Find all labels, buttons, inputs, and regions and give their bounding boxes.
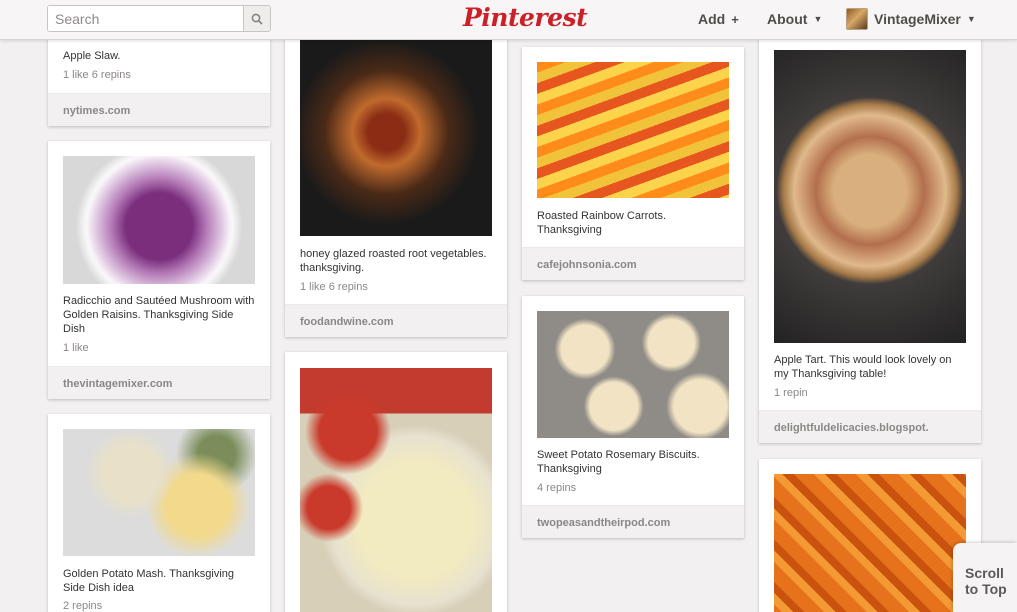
pin-image[interactable] (300, 368, 492, 612)
pin-source[interactable]: foodandwine.com (285, 304, 507, 337)
add-label: Add (698, 11, 726, 27)
pin-description: Radicchio and Sautéed Mushroom with Gold… (63, 295, 255, 335)
pin-source[interactable]: cafejohnsonia.com (522, 247, 744, 280)
avatar (846, 8, 868, 30)
pin-stats: 2 repins (63, 600, 103, 612)
search-input[interactable] (48, 6, 243, 31)
pin-image[interactable] (63, 429, 255, 556)
chevron-down-icon: ▼ (966, 14, 976, 24)
chevron-down-icon: ▼ (813, 14, 823, 24)
pinterest-logo[interactable]: Pinterest (463, 2, 588, 34)
pin-radicchio[interactable]: Radicchio and Sautéed Mushroom with Gold… (48, 141, 270, 399)
pin-stats: 1 like 6 repins (300, 281, 368, 293)
pin-stats: 1 repin (774, 387, 808, 399)
search-icon (251, 13, 263, 25)
pin-roasted-squash[interactable] (759, 459, 981, 612)
pin-apple-tart[interactable]: Apple Tart. This would look lovely on my… (759, 35, 981, 443)
pin-image[interactable] (63, 156, 255, 284)
scroll-to-top-line2: to Top (965, 581, 1007, 597)
pin-source[interactable]: delightfuldelicacies.blogspot. (759, 410, 981, 443)
user-menu[interactable]: VintageMixer ▼ (846, 8, 976, 30)
scroll-to-top-line1: Scroll (965, 565, 1004, 581)
username: VintageMixer (874, 11, 961, 27)
pin-spaghetti-squash[interactable] (285, 352, 507, 612)
pin-image[interactable] (300, 20, 492, 236)
add-menu[interactable]: Add + (698, 11, 739, 27)
pin-image[interactable] (537, 62, 729, 198)
pin-sweet-potato-biscuits[interactable]: Sweet Potato Rosemary Biscuits. Thanksgi… (522, 296, 744, 538)
pin-stats: 1 like (63, 342, 89, 354)
pin-image[interactable] (774, 474, 966, 612)
search-button[interactable] (243, 6, 270, 31)
top-bar: Pinterest Add + About ▼ VintageMixer ▼ (0, 0, 1017, 40)
pin-description: Apple Slaw. (63, 50, 121, 62)
pin-description: Sweet Potato Rosemary Biscuits. Thanksgi… (537, 449, 700, 475)
pin-stats: 1 like 6 repins (63, 69, 131, 81)
pin-image[interactable] (537, 311, 729, 438)
pin-stats: 4 repins (537, 482, 577, 494)
search-box[interactable] (47, 5, 271, 32)
scroll-to-top-button[interactable]: Scroll to Top (953, 543, 1017, 612)
pin-description: honey glazed roasted root vegetables. th… (300, 248, 487, 274)
pin-source[interactable]: thevintagemixer.com (48, 366, 270, 399)
pin-description: Apple Tart. This would look lovely on my… (774, 354, 952, 380)
pin-image[interactable] (774, 50, 966, 343)
pin-description: Golden Potato Mash. Thanksgiving Side Di… (63, 568, 235, 594)
plus-icon: + (731, 11, 739, 27)
pin-rainbow-carrots[interactable]: Roasted Rainbow Carrots. Thanksgiving ca… (522, 47, 744, 280)
pin-root-vegetables[interactable]: honey glazed roasted root vegetables. th… (285, 20, 507, 337)
pin-source[interactable]: nytimes.com (48, 93, 270, 126)
pin-source[interactable]: twopeasandtheirpod.com (522, 505, 744, 538)
about-label: About (767, 11, 808, 27)
pin-golden-potato[interactable]: Golden Potato Mash. Thanksgiving Side Di… (48, 414, 270, 612)
about-menu[interactable]: About ▼ (767, 11, 822, 27)
pin-description: Roasted Rainbow Carrots. Thanksgiving (537, 210, 667, 236)
